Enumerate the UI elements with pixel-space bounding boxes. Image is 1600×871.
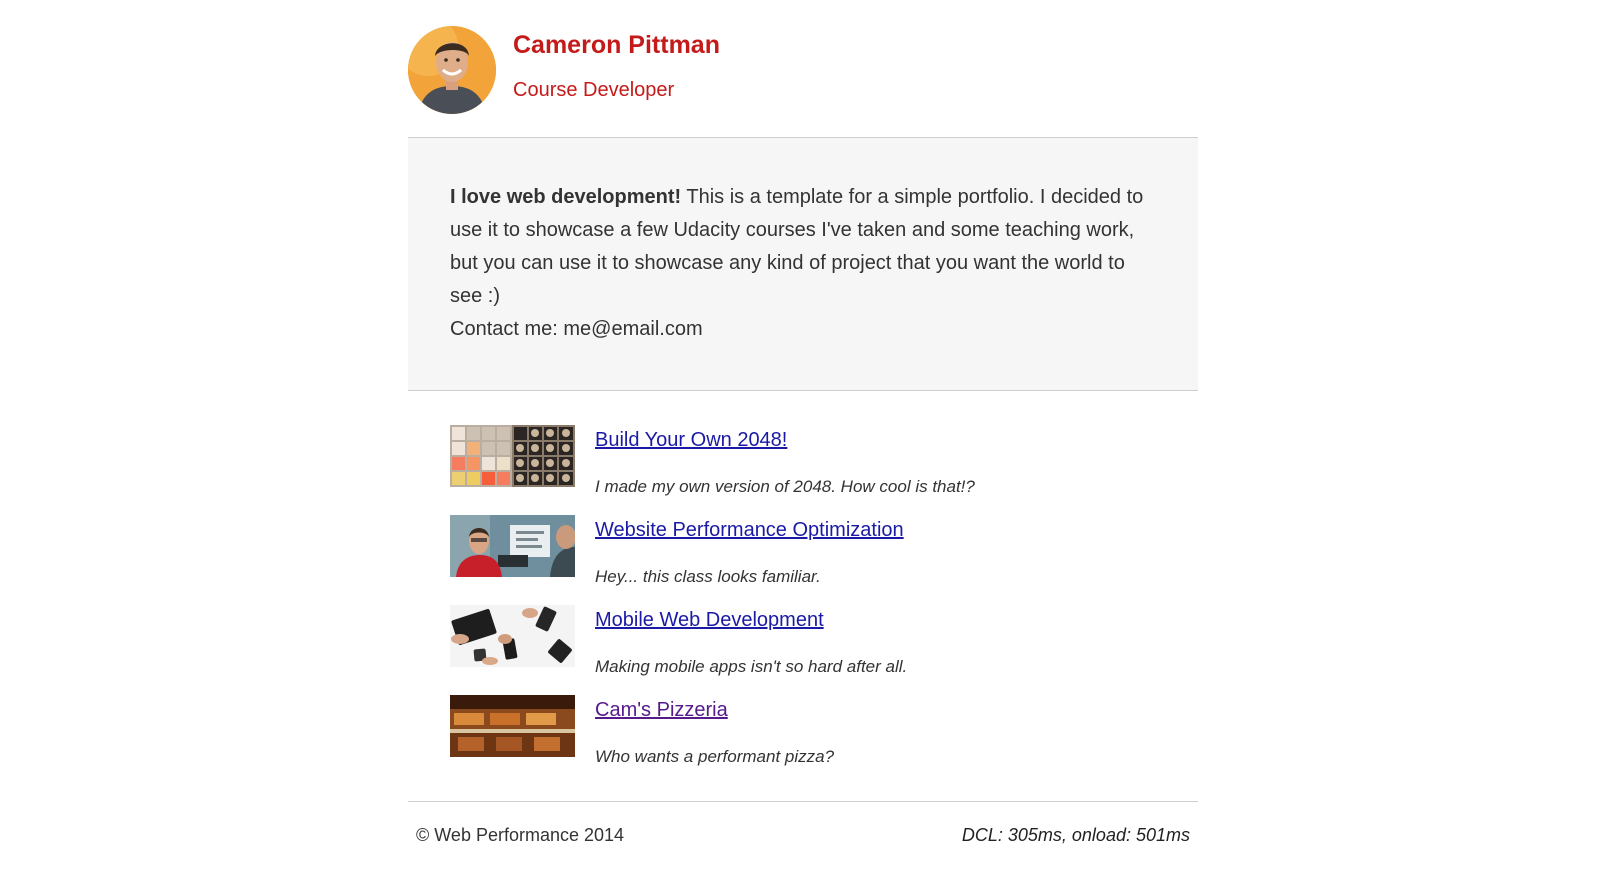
project-list: Build Your Own 2048! I made my own versi… [408,391,1198,802]
project-link-mobile-web[interactable]: Mobile Web Development [595,609,824,632]
list-item: Mobile Web Development Making mobile app… [450,605,1150,676]
project-description: Making mobile apps isn't so hard after a… [595,657,908,676]
project-link-website-performance[interactable]: Website Performance Optimization [595,519,904,542]
profile-name: Cameron Pittman [513,31,720,59]
contact-info: Contact me: me@email.com [450,318,703,340]
profile-header: Cameron Pittman Course Developer [408,0,1198,138]
project-thumbnail-mobile[interactable] [450,605,575,667]
profile-avatar [408,26,496,114]
list-item: Cam's Pizzeria Who wants a performant pi… [450,695,1150,766]
list-item: Build Your Own 2048! I made my own versi… [450,425,1150,496]
project-thumbnail-2048[interactable] [450,425,575,487]
bio-section: I love web development! This is a templa… [408,138,1198,391]
project-thumbnail-pizzeria[interactable] [450,695,575,757]
performance-metrics: DCL: 305ms, onload: 501ms [961,825,1190,845]
project-link-cams-pizzeria[interactable]: Cam's Pizzeria [595,699,728,722]
copyright-text: © Web Performance 2014 [416,825,625,845]
profile-role: Course Developer [513,79,675,101]
project-thumbnail-performance[interactable] [450,515,575,577]
portfolio-page: Cameron Pittman Course Developer I love … [408,0,1198,862]
project-link-2048[interactable]: Build Your Own 2048! [595,429,787,452]
project-description: Hey... this class looks familiar. [595,567,821,586]
project-description: I made my own version of 2048. How cool … [595,477,975,496]
list-item: Website Performance Optimization Hey... … [450,515,1150,586]
page-footer: © Web Performance 2014 DCL: 305ms, onloa… [408,802,1198,862]
project-description: Who wants a performant pizza? [595,747,835,766]
bio-text: I love web development! This is a templa… [450,181,1150,346]
bio-lead: I love web development! [450,186,682,208]
